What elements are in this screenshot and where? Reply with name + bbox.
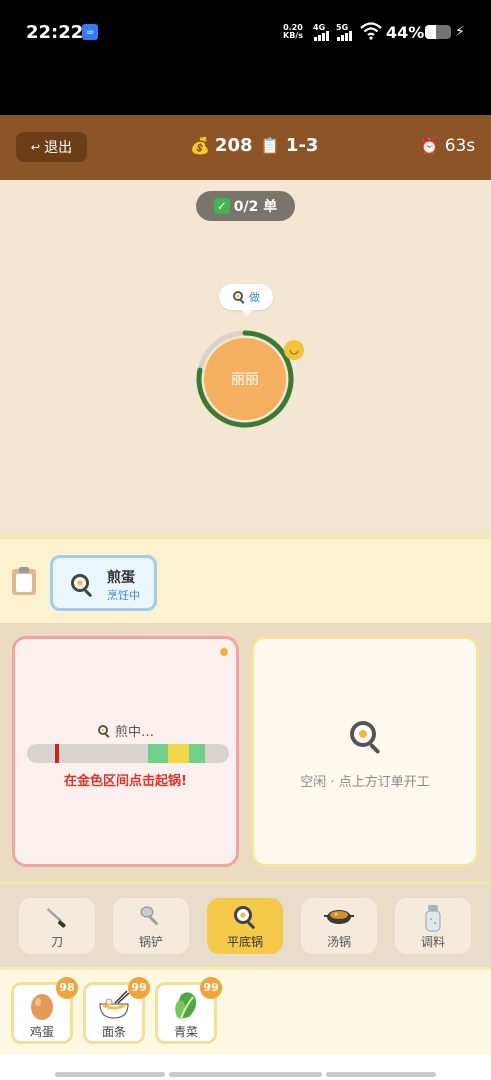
cooking-stations: 煎中… 在金色区间点击起锅! 空闲 · 点上方订单开工: [0, 623, 491, 881]
greens-icon: [175, 992, 197, 1020]
timing-zone: [168, 744, 189, 763]
timer-display: ⏰ 63s: [420, 136, 475, 156]
frying-pan-icon: [350, 721, 380, 754]
bolt-icon: ⚡: [455, 24, 465, 40]
customer-name: 丽丽: [231, 372, 259, 388]
tool-label: 平底锅: [226, 935, 263, 949]
happy-face-icon: ◡: [284, 340, 304, 360]
timing-zone: [188, 744, 205, 763]
game-header: ↩ 退出 💰 208 📋 1-3 ⏰ 63s: [0, 115, 491, 180]
timing-needle: [55, 744, 60, 763]
tool-knife[interactable]: 刀: [19, 898, 95, 954]
tool-spatula[interactable]: 锅铲: [113, 898, 189, 954]
ingredient-count: 99: [128, 977, 150, 999]
frying-label-text: 煎中…: [114, 725, 154, 740]
frying-pan-icon: [97, 724, 110, 738]
network-speed: 0.20 KB/s: [283, 24, 303, 40]
money-bag-icon: 💰: [190, 136, 210, 155]
check-icon: ✓: [213, 198, 230, 214]
alarm-clock-icon: ⏰: [420, 137, 439, 155]
ingredient-noodles[interactable]: 面条 99: [83, 977, 150, 1044]
exit-icon: ↩: [30, 140, 41, 154]
frying-label: 煎中…: [15, 721, 236, 740]
tool-bar: 刀 锅铲 平底锅 汤锅 调料: [0, 881, 491, 967]
order-strip: 煎蛋 烹饪中: [0, 535, 491, 623]
ingredient-greens[interactable]: 青菜 99: [155, 977, 222, 1044]
order-status: 烹饪中: [107, 589, 140, 602]
ingredient-label: 鸡蛋: [29, 1025, 54, 1039]
frying-pan-icon: [71, 574, 92, 597]
idle-text: 空闲 · 点上方订单开工: [300, 775, 430, 790]
coins-value: 208: [214, 135, 253, 156]
timing-bar[interactable]: [27, 744, 229, 763]
tool-label: 刀: [50, 935, 63, 949]
level-display: 📋 1-3: [260, 135, 318, 156]
tool-soup-pot[interactable]: 汤锅: [301, 898, 377, 954]
home-indicator-area: [0, 1055, 491, 1080]
ingredient-count: 99: [200, 977, 222, 999]
network-speed-unit: KB/s: [283, 31, 303, 40]
customer[interactable]: 丽丽: [195, 329, 295, 429]
ingredient-count: 98: [56, 977, 78, 999]
level-value: 1-3: [285, 135, 319, 156]
ingredient-label: 面条: [101, 1025, 126, 1039]
spatula-icon: [140, 906, 158, 925]
knife-icon: [47, 908, 66, 928]
frying-pan-icon: [234, 906, 255, 929]
soup-pot-icon: [324, 910, 354, 924]
coins-display: 💰 208: [190, 135, 253, 156]
nav-handle[interactable]: [169, 1072, 322, 1077]
egg-icon: [31, 994, 53, 1020]
battery-icon: [425, 25, 451, 39]
orders-progress-text: 0/2 单: [233, 199, 278, 215]
timing-zone: [148, 744, 169, 763]
salt-shaker-icon: [425, 905, 441, 932]
tool-label: 调料: [420, 935, 445, 949]
frying-pan-icon: [233, 291, 245, 304]
tool-seasoning[interactable]: 调料: [395, 898, 471, 954]
ingredient-egg[interactable]: 鸡蛋 98: [11, 977, 78, 1044]
order-dish-name: 煎蛋: [107, 570, 135, 586]
signal-4g-icon: [314, 31, 329, 41]
exit-button[interactable]: ↩ 退出: [16, 132, 87, 162]
timer-value: 63s: [444, 136, 476, 156]
customer-request-text: 做: [249, 291, 260, 304]
notification-app-icon: ☕: [82, 24, 98, 40]
order-card[interactable]: 煎蛋 烹饪中: [50, 555, 157, 611]
timing-hint: 在金色区间点击起锅!: [64, 774, 187, 789]
tool-label: 汤锅: [326, 935, 351, 949]
clipboard-icon: 📋: [260, 136, 280, 155]
nav-handle[interactable]: [326, 1072, 436, 1077]
battery-percent: 44%: [386, 23, 425, 42]
station-idle[interactable]: 空闲 · 点上方订单开工: [251, 636, 479, 867]
station-active[interactable]: 煎中… 在金色区间点击起锅!: [12, 636, 239, 867]
ingredient-label: 青菜: [173, 1025, 198, 1039]
noodles-icon: [99, 990, 130, 1019]
exit-label: 退出: [44, 140, 73, 156]
customer-avatar: 丽丽: [204, 338, 286, 420]
status-time: 22:22: [26, 22, 84, 43]
wifi-icon: [360, 22, 382, 40]
nav-handle[interactable]: [55, 1072, 165, 1077]
customer-request-bubble: 做: [219, 284, 273, 316]
tool-frying-pan[interactable]: 平底锅: [207, 898, 283, 954]
ingredient-bar: 鸡蛋 98 面条 99 青菜 99: [0, 967, 491, 1055]
status-bar: 22:22 ☕ 0.20 KB/s 4G 5G 44% ⚡: [0, 0, 491, 115]
tool-label: 锅铲: [138, 935, 163, 949]
clipboard-icon: [12, 567, 36, 595]
status-dot: [220, 648, 228, 656]
signal-5g-icon: [337, 31, 352, 41]
orders-progress-pill: ✓ 0/2 单: [196, 191, 295, 221]
